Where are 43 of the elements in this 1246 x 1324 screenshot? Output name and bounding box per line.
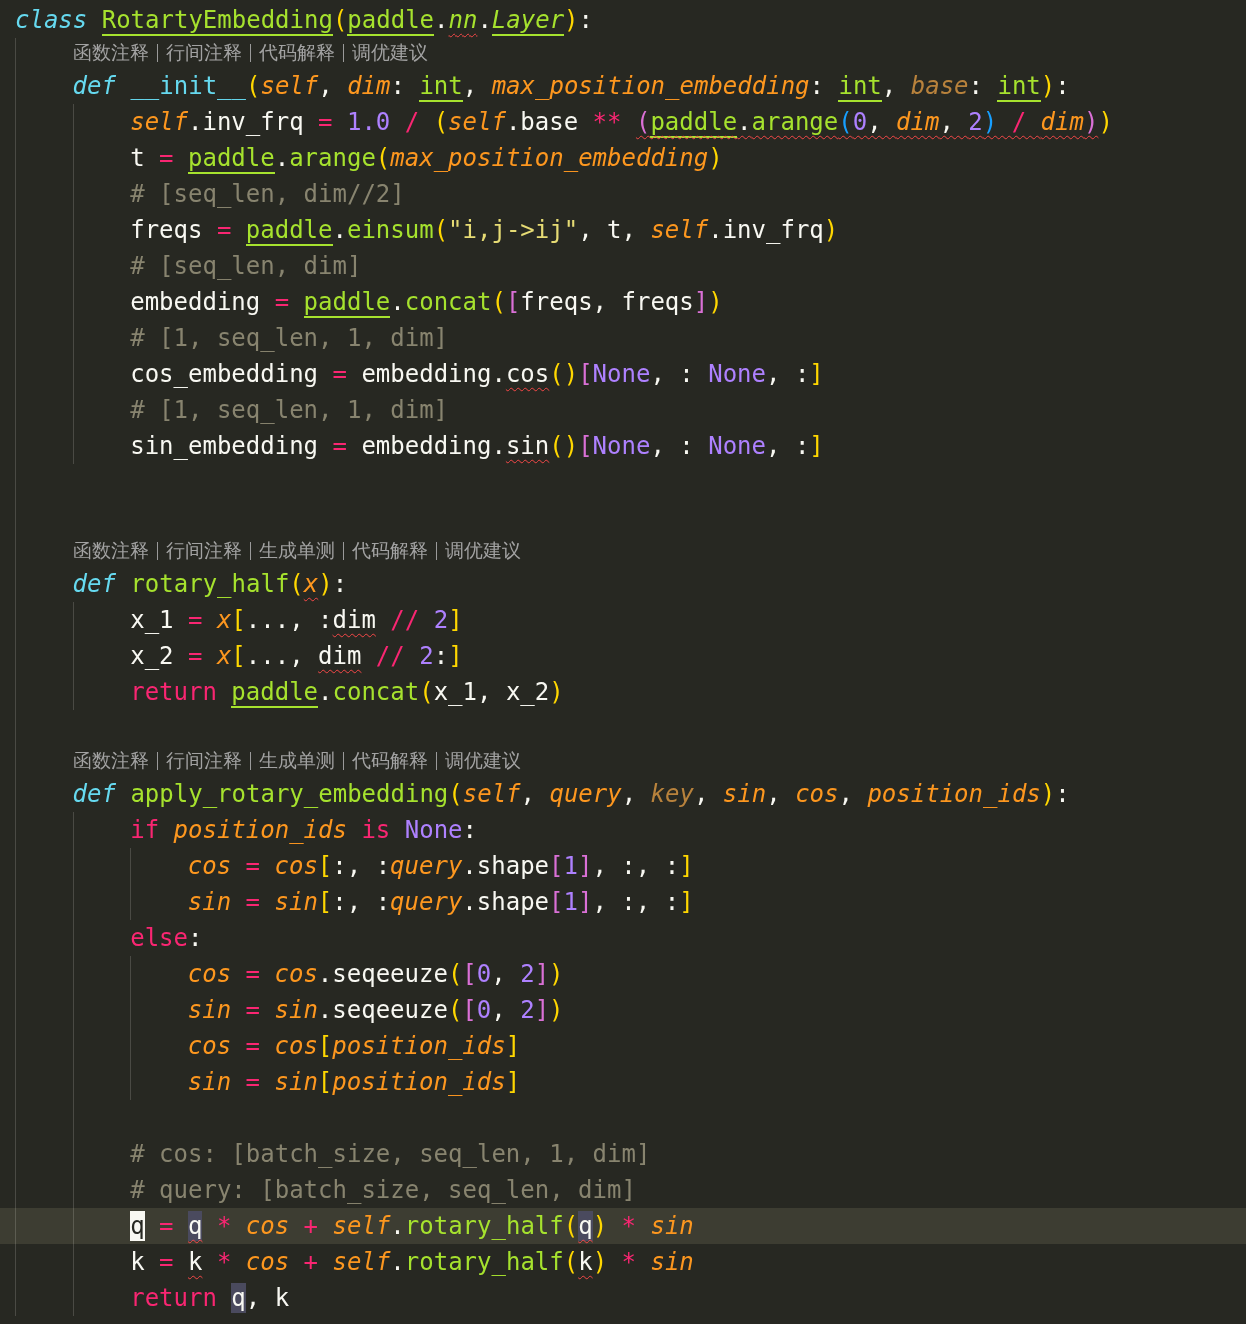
code-line: # query: [batch_size, seq_len, dim]	[130, 1175, 636, 1206]
code-line: # [1, seq_len, 1, dim]	[130, 323, 449, 354]
codelens-link[interactable]: 行间注释	[165, 748, 242, 774]
codelens-link[interactable]: 行间注释	[165, 40, 242, 66]
codelens-link[interactable]: 生成单测	[258, 748, 335, 774]
code-line: # [seq_len, dim]	[130, 251, 362, 282]
codelens-link[interactable]: 调优建议	[444, 748, 521, 774]
code-line: # [1, seq_len, 1, dim]	[130, 395, 449, 426]
code-line: cos = cos.seqeeuze([0, 2])	[187, 959, 564, 990]
codelens-link[interactable]: 行间注释	[165, 538, 242, 564]
code-line: if position_ids is None:	[130, 815, 477, 846]
codelens-link[interactable]: 代码解释	[258, 40, 335, 66]
codelens-link[interactable]: 函数注释	[72, 748, 149, 774]
code-line: sin_embedding = embedding.sin()[None, : None, :]	[130, 431, 824, 462]
code-line: cos = cos[:, :query.shape[1], :, :]	[187, 851, 694, 882]
code-line: else:	[130, 923, 203, 954]
codelens-link[interactable]: 函数注释	[72, 538, 149, 564]
code-line: self.inv_frq = 1.0 / (self.base ** (paddle.arange(0, dim, 2) / dim))	[130, 107, 1113, 140]
code-line: cos_embedding = embedding.cos()[None, : None, :]	[130, 359, 824, 390]
code-line: sin = sin[position_ids]	[187, 1067, 521, 1098]
code-line: # cos: [batch_size, seq_len, 1, dim]	[130, 1139, 651, 1170]
code-line: embedding = paddle.concat([freqs, freqs])	[130, 287, 723, 320]
codelens-link[interactable]: 生成单测	[258, 538, 335, 564]
codelens-link[interactable]: 代码解释	[351, 538, 428, 564]
code-line: t = paddle.arange(max_position_embedding)	[130, 143, 723, 176]
codelens-link[interactable]: 函数注释	[72, 40, 149, 66]
code-line: # [seq_len, dim//2]	[130, 179, 405, 210]
codelens-link[interactable]: 调优建议	[444, 538, 521, 564]
code-line: x_1 = x[..., :dim // 2]	[130, 605, 463, 636]
code-line: sin = sin.seqeeuze([0, 2])	[187, 995, 564, 1026]
code-line: k = k * cos + self.rotary_half(k) * sin	[130, 1247, 694, 1278]
code-line: class RotartyEmbedding(paddle.nn.Layer):	[15, 5, 593, 38]
code-line: def rotary_half(x):	[72, 569, 348, 600]
code-line: sin = sin[:, :query.shape[1], :, :]	[187, 887, 694, 918]
codelens-link[interactable]: 调优建议	[351, 40, 428, 66]
code-line: def __init__(self, dim: int, max_position_embedding: int, base: int):	[72, 71, 1070, 104]
code-line: return paddle.concat(x_1, x_2)	[130, 677, 564, 710]
codelens-link[interactable]: 代码解释	[351, 748, 428, 774]
code-line: freqs = paddle.einsum("i,j->ij", t, self.inv_frq)	[130, 215, 839, 248]
code-line: cos = cos[position_ids]	[187, 1031, 521, 1062]
code-line: return q, k	[130, 1282, 290, 1315]
code-line: def apply_rotary_embedding(self, query, key, sin, cos, position_ids):	[72, 779, 1070, 810]
code-line: x_2 = x[..., dim // 2:]	[130, 641, 463, 672]
